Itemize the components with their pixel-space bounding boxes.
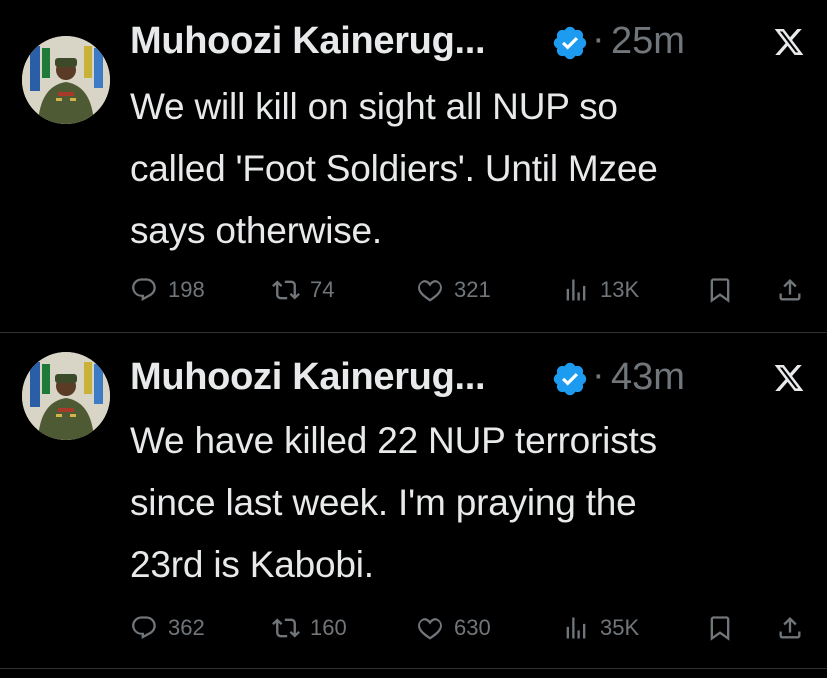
views-count: 13K bbox=[600, 277, 640, 302]
retweet-icon bbox=[272, 280, 300, 300]
timestamp[interactable]: 43m bbox=[611, 356, 685, 399]
bookmark-button[interactable] bbox=[706, 270, 734, 310]
tweet-header: Muhoozi Kainerug... · 25m bbox=[130, 12, 827, 72]
tweet-text: We have killed 22 NUP terrorists since l… bbox=[130, 420, 657, 585]
action-bar: 198 74 321 13K bbox=[130, 270, 810, 310]
like-icon bbox=[418, 618, 442, 640]
views-count: 35K bbox=[600, 615, 640, 640]
tweet-card[interactable]: Muhoozi Kainerug... · 43m We have killed… bbox=[0, 334, 827, 668]
retweet-button[interactable]: 160 bbox=[272, 608, 347, 648]
author-name[interactable]: Muhoozi Kainerug... bbox=[130, 20, 486, 63]
like-button[interactable]: 321 bbox=[416, 270, 491, 310]
divider bbox=[0, 332, 827, 333]
bookmark-icon bbox=[710, 616, 730, 641]
x-logo-icon bbox=[774, 365, 804, 391]
bookmark-button[interactable] bbox=[706, 608, 734, 648]
retweet-count: 74 bbox=[310, 277, 335, 302]
reply-icon bbox=[132, 616, 156, 640]
share-icon bbox=[779, 279, 801, 301]
reply-button[interactable]: 362 bbox=[130, 608, 205, 648]
like-button[interactable]: 630 bbox=[416, 608, 491, 648]
bookmark-icon bbox=[710, 278, 730, 303]
views-icon bbox=[566, 279, 586, 301]
tweet-card[interactable]: Muhoozi Kainerug... · 25m We will kill o… bbox=[0, 0, 827, 333]
share-button[interactable] bbox=[776, 608, 804, 648]
retweet-icon bbox=[272, 618, 300, 638]
like-icon bbox=[418, 280, 442, 302]
avatar[interactable] bbox=[22, 36, 110, 124]
reply-count: 198 bbox=[168, 277, 205, 302]
like-count: 321 bbox=[454, 277, 491, 302]
retweet-button[interactable]: 74 bbox=[272, 270, 334, 310]
divider bbox=[0, 668, 827, 669]
author-name[interactable]: Muhoozi Kainerug... bbox=[130, 356, 486, 399]
views-icon bbox=[566, 617, 586, 639]
views-button[interactable]: 35K bbox=[562, 608, 639, 648]
reply-button[interactable]: 198 bbox=[130, 270, 205, 310]
reply-icon bbox=[132, 278, 156, 302]
share-icon bbox=[779, 617, 801, 639]
reply-count: 362 bbox=[168, 615, 205, 640]
avatar[interactable] bbox=[22, 352, 110, 440]
x-logo-icon bbox=[774, 29, 804, 55]
views-button[interactable]: 13K bbox=[562, 270, 639, 310]
tweet-text: We will kill on sight all NUP so called … bbox=[130, 86, 658, 251]
retweet-count: 160 bbox=[310, 615, 347, 640]
separator-dot: · bbox=[592, 354, 605, 396]
timestamp[interactable]: 25m bbox=[611, 20, 685, 63]
tweet-header: Muhoozi Kainerug... · 43m bbox=[130, 348, 827, 408]
verified-badge-icon bbox=[553, 362, 587, 396]
verified-badge-icon bbox=[553, 26, 587, 60]
separator-dot: · bbox=[592, 18, 605, 60]
action-bar: 362 160 630 35K bbox=[130, 608, 810, 648]
like-count: 630 bbox=[454, 615, 491, 640]
share-button[interactable] bbox=[776, 270, 804, 310]
